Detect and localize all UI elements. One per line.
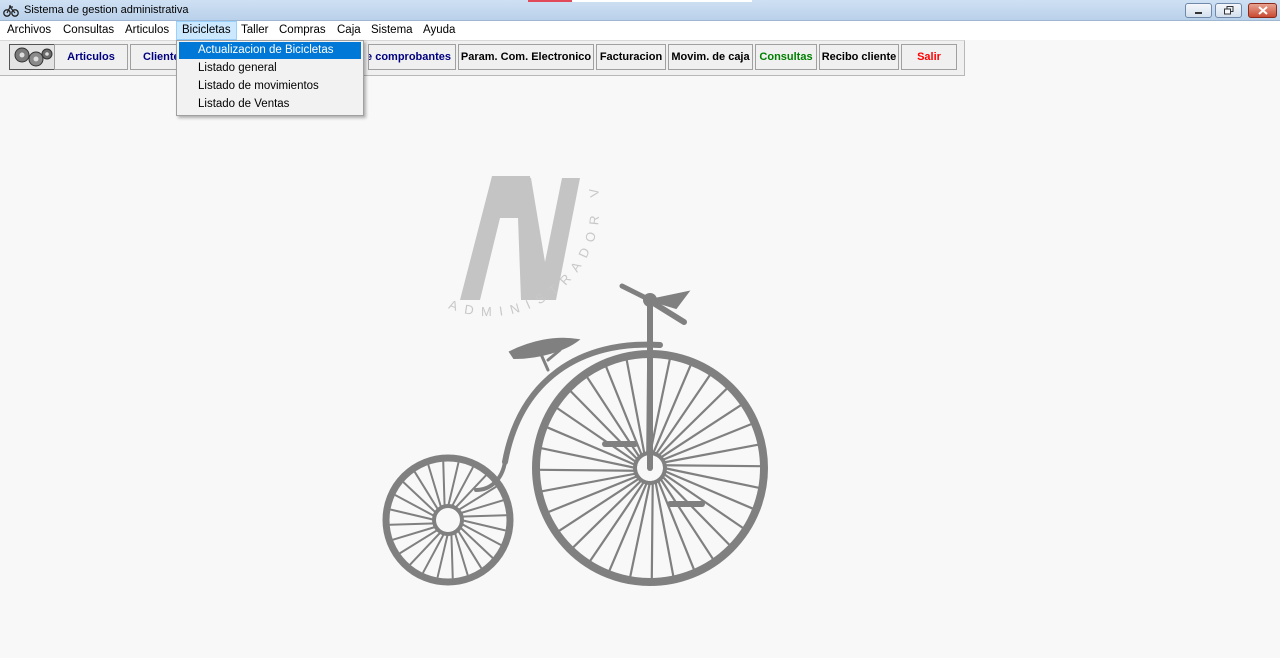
menu-bicicletas[interactable]: Bicicletas (176, 21, 237, 40)
dropdown-item-listado-ventas[interactable]: Listado de Ventas (179, 96, 361, 113)
toolbar-comprobantes-button[interactable]: de comprobantes (368, 44, 456, 70)
wheel-spoke (656, 387, 728, 458)
gears-icon (14, 47, 53, 67)
menu-sistema[interactable]: Sistema (366, 21, 418, 40)
toolbar: Articulos Clientes de comprobantes Param… (0, 40, 965, 76)
wheel-spoke (569, 390, 640, 462)
wheel-spoke (458, 499, 504, 515)
wheel-spoke (389, 508, 436, 521)
toolbar-articulos-button[interactable]: Articulos (54, 44, 128, 70)
dropdown-item-listado-movimientos[interactable]: Listado de movimientos (179, 78, 361, 95)
wheel-spoke (662, 464, 762, 468)
penny-farthing-bicycle-icon (382, 283, 768, 586)
menu-consultas[interactable]: Consultas (58, 21, 119, 40)
minimize-icon (1195, 12, 1202, 14)
toolbar-consultas-button[interactable]: Consultas (755, 44, 817, 70)
menu-caja[interactable]: Caja (332, 21, 366, 40)
title-accent-white (572, 0, 752, 2)
toolbar-recibo-cliente-button[interactable]: Recibo cliente (819, 44, 899, 70)
wheel-spoke (459, 514, 507, 518)
wheel-spoke (392, 525, 438, 541)
wheel-spoke (650, 480, 654, 580)
wheel-spoke (538, 468, 638, 472)
toolbar-salir-button[interactable]: Salir (901, 44, 957, 70)
restore-button[interactable] (1215, 3, 1242, 18)
toolbar-facturacion-button[interactable]: Facturacion (596, 44, 666, 70)
window-title: Sistema de gestion administrativa (24, 4, 189, 16)
menu-compras[interactable]: Compras (274, 21, 331, 40)
title-accent-red (528, 0, 572, 2)
menu-ayuda[interactable]: Ayuda (418, 21, 460, 40)
bicicletas-dropdown-menu: Actualizacion de Bicicletas Listado gene… (176, 40, 364, 116)
bicycle-icon (3, 5, 19, 17)
wheel-spoke (450, 531, 454, 579)
wheel-spoke (389, 522, 437, 526)
wheel-spoke (460, 519, 507, 532)
dropdown-item-listado-general[interactable]: Listado general (179, 60, 361, 77)
dropdown-item-actualizacion-bicicletas[interactable]: Actualizacion de Bicicletas (179, 42, 361, 59)
wheel-spoke (572, 478, 644, 549)
restore-icon (1223, 6, 1233, 15)
wheel-spoke (660, 474, 731, 546)
toolbar-param-com-electronico-button[interactable]: Param. Com. Electronico (458, 44, 594, 70)
wheel-spoke (447, 461, 460, 508)
close-button[interactable] (1248, 3, 1277, 18)
title-bar: Sistema de gestion administrativa (0, 0, 1280, 21)
menu-archivos[interactable]: Archivos (2, 21, 56, 40)
menu-articulos[interactable]: Articulos (120, 21, 174, 40)
app-window: Sistema de gestion administrativa Archiv… (0, 0, 1280, 658)
menu-taller[interactable]: Taller (236, 21, 273, 40)
wheel-spoke (453, 530, 469, 576)
minimize-button[interactable] (1185, 3, 1212, 18)
close-icon (1257, 6, 1268, 15)
wheel-spoke (436, 532, 449, 579)
wheel-spoke (442, 461, 446, 509)
menu-bar: Archivos Consultas Articulos Bicicletas … (0, 21, 1280, 40)
wheel-spoke (427, 464, 443, 510)
administrador-velo-logo: ADMINISTRADOR VELO (370, 160, 768, 586)
toolbar-image-button[interactable] (9, 44, 55, 70)
toolbar-movim-caja-button[interactable]: Movim. de caja (668, 44, 753, 70)
